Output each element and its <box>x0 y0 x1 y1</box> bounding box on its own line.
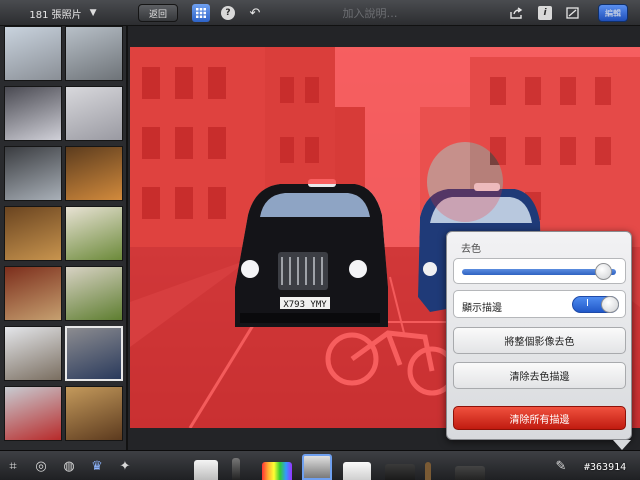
help-button[interactable]: ? <box>221 6 235 20</box>
effects-tool-icon[interactable]: ✦ <box>116 457 134 475</box>
brush-wood[interactable] <box>425 462 431 480</box>
thumb-mirror-car[interactable] <box>4 146 62 201</box>
share-button[interactable] <box>507 4 525 22</box>
brush-pen[interactable] <box>232 458 240 480</box>
brush-desaturate-selected[interactable] <box>302 454 332 480</box>
thumb-meat-dish[interactable] <box>4 266 62 321</box>
thumb-building-facade[interactable] <box>4 326 62 381</box>
brush-eraser[interactable] <box>343 462 371 480</box>
thumb-wrap-food[interactable] <box>65 146 123 201</box>
color-tool-icon[interactable]: ◍ <box>60 457 78 475</box>
share-icon <box>509 7 522 19</box>
thumb-red-bicycle[interactable] <box>4 386 62 441</box>
thumb-wrap-plate[interactable] <box>4 206 62 261</box>
brush-black-tip[interactable] <box>455 466 485 480</box>
show-edges-label: 顯示描邊 <box>462 303 502 314</box>
brush-rainbow[interactable] <box>262 462 292 480</box>
toggle-on-label: I <box>586 298 589 309</box>
caption-field[interactable]: 加入說明… <box>300 0 440 26</box>
undo-icon: ↶ <box>249 5 261 21</box>
desaturate-all-button[interactable]: 將整個影像去色 <box>453 327 626 354</box>
grid-icon <box>196 8 206 18</box>
photo-count-label: 181 張照片 <box>29 9 82 21</box>
brush-dark[interactable] <box>385 464 415 480</box>
thumb-taxi-street[interactable] <box>65 326 123 381</box>
flag-icon <box>565 7 579 19</box>
grid-view-button[interactable] <box>192 4 210 22</box>
license-plate: X793 YMY <box>283 300 327 310</box>
flag-button[interactable] <box>564 4 580 22</box>
brush-tool-icon[interactable]: ♛ <box>88 457 106 475</box>
app-window: 181 張照片 ▼ 返回 ? ↶ 加入說明… i 編輯 X793 YMY 去色 … <box>0 0 640 480</box>
undo-button[interactable]: ↶ <box>247 4 263 22</box>
clear-desaturate-button[interactable]: 清除去色描邊 <box>453 362 626 389</box>
thumb-london-skyline[interactable] <box>4 26 62 81</box>
brush-white[interactable] <box>194 460 218 480</box>
adjust-tool-icon[interactable]: ◎ <box>32 457 50 475</box>
thumb-cat-sticker[interactable] <box>65 86 123 141</box>
thumb-cafe-interior[interactable] <box>65 386 123 441</box>
help-icon: ? <box>225 8 231 18</box>
strength-slider-box <box>453 258 626 284</box>
crop-tool-icon[interactable]: ⌗ <box>4 457 22 475</box>
black-taxi: X793 YMY <box>235 179 388 327</box>
bottom-toolbar: ⌗ ◎ ◍ ♛ ✦ ✎ <box>0 450 640 480</box>
watermark-text: #363914 <box>584 462 627 473</box>
show-edges-toggle[interactable]: I <box>572 296 619 313</box>
thumb-owl-lens[interactable] <box>4 86 62 141</box>
album-selector[interactable]: 181 張照片 ▼ <box>0 0 126 26</box>
photo-filmstrip[interactable] <box>0 26 128 450</box>
show-edges-row: 顯示描邊 I <box>453 290 626 318</box>
info-icon: i <box>543 8 547 18</box>
thumb-city-aerial[interactable] <box>65 26 123 81</box>
toggle-knob <box>601 296 619 313</box>
brush-settings-icon[interactable]: ✎ <box>552 457 570 475</box>
strength-slider-knob[interactable] <box>594 263 612 280</box>
info-button[interactable]: i <box>538 6 552 20</box>
edit-button[interactable]: 編輯 <box>598 4 628 22</box>
panel-title: 去色 <box>461 244 481 255</box>
clear-all-strokes-button[interactable]: 清除所有描邊 <box>453 406 626 430</box>
panel-pointer-arrow <box>613 440 631 450</box>
thumb-salad-plate[interactable] <box>65 206 123 261</box>
caret-down-icon: ▼ <box>89 8 97 18</box>
strength-slider-track[interactable] <box>462 269 616 275</box>
back-button[interactable]: 返回 <box>138 4 178 22</box>
thumb-salad-dish[interactable] <box>65 266 123 321</box>
desaturate-panel: 去色 顯示描邊 I 將整個影像去色 清除去色描邊 清除所有描邊 <box>446 231 632 440</box>
top-toolbar: 181 張照片 ▼ 返回 ? ↶ 加入說明… i 編輯 <box>0 0 640 26</box>
